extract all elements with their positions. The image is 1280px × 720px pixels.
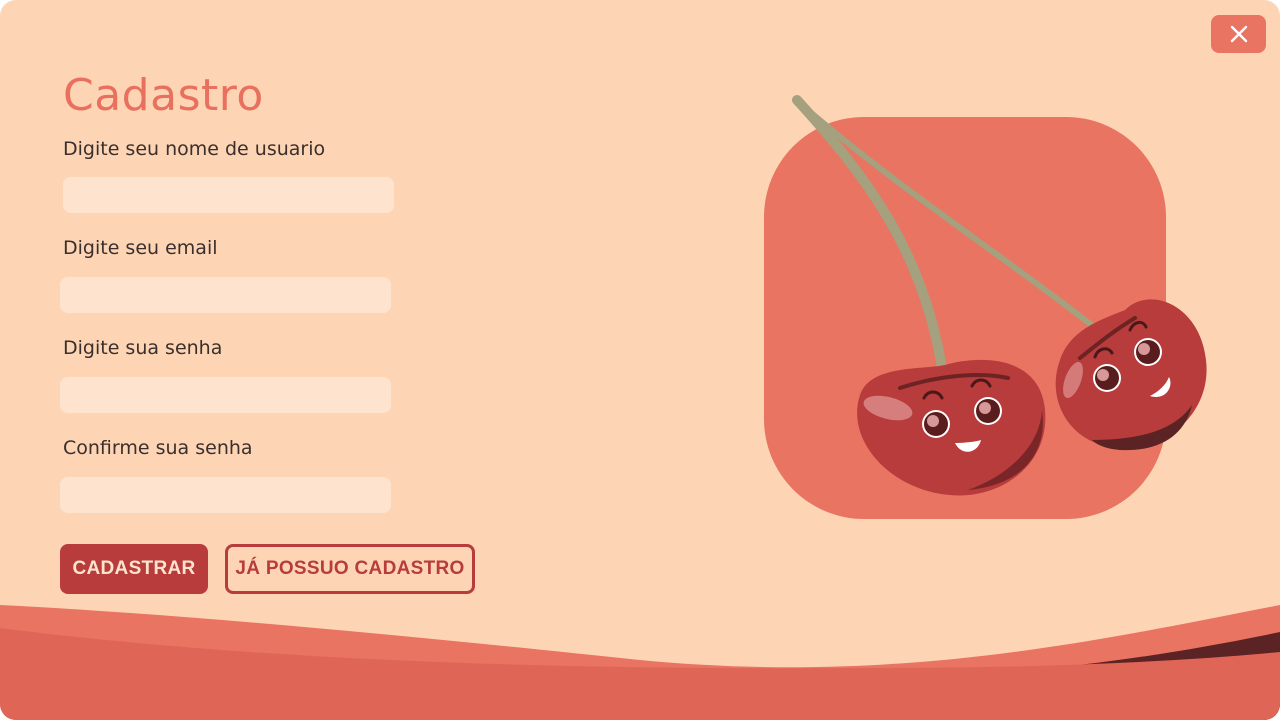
email-input[interactable] [60, 277, 391, 313]
decorative-waves [0, 605, 1280, 720]
already-registered-button[interactable]: JÁ POSSUO CADASTRO [225, 544, 475, 594]
username-input[interactable] [63, 177, 394, 213]
register-button[interactable]: CADASTRAR [60, 544, 208, 594]
username-label: Digite seu nome de usuario [63, 138, 326, 160]
close-icon [1230, 25, 1247, 43]
page-title: Cadastro [63, 70, 264, 121]
signup-window: Cadastro Digite seu nome de usuario Digi… [0, 0, 1280, 720]
cherries-illustration [764, 95, 1207, 519]
confirm-password-input[interactable] [60, 477, 391, 513]
password-label: Digite sua senha [63, 337, 223, 359]
email-label: Digite seu email [63, 237, 218, 259]
close-button[interactable] [1211, 15, 1266, 53]
confirm-password-label: Confirme sua senha [63, 437, 253, 459]
password-input[interactable] [60, 377, 391, 413]
